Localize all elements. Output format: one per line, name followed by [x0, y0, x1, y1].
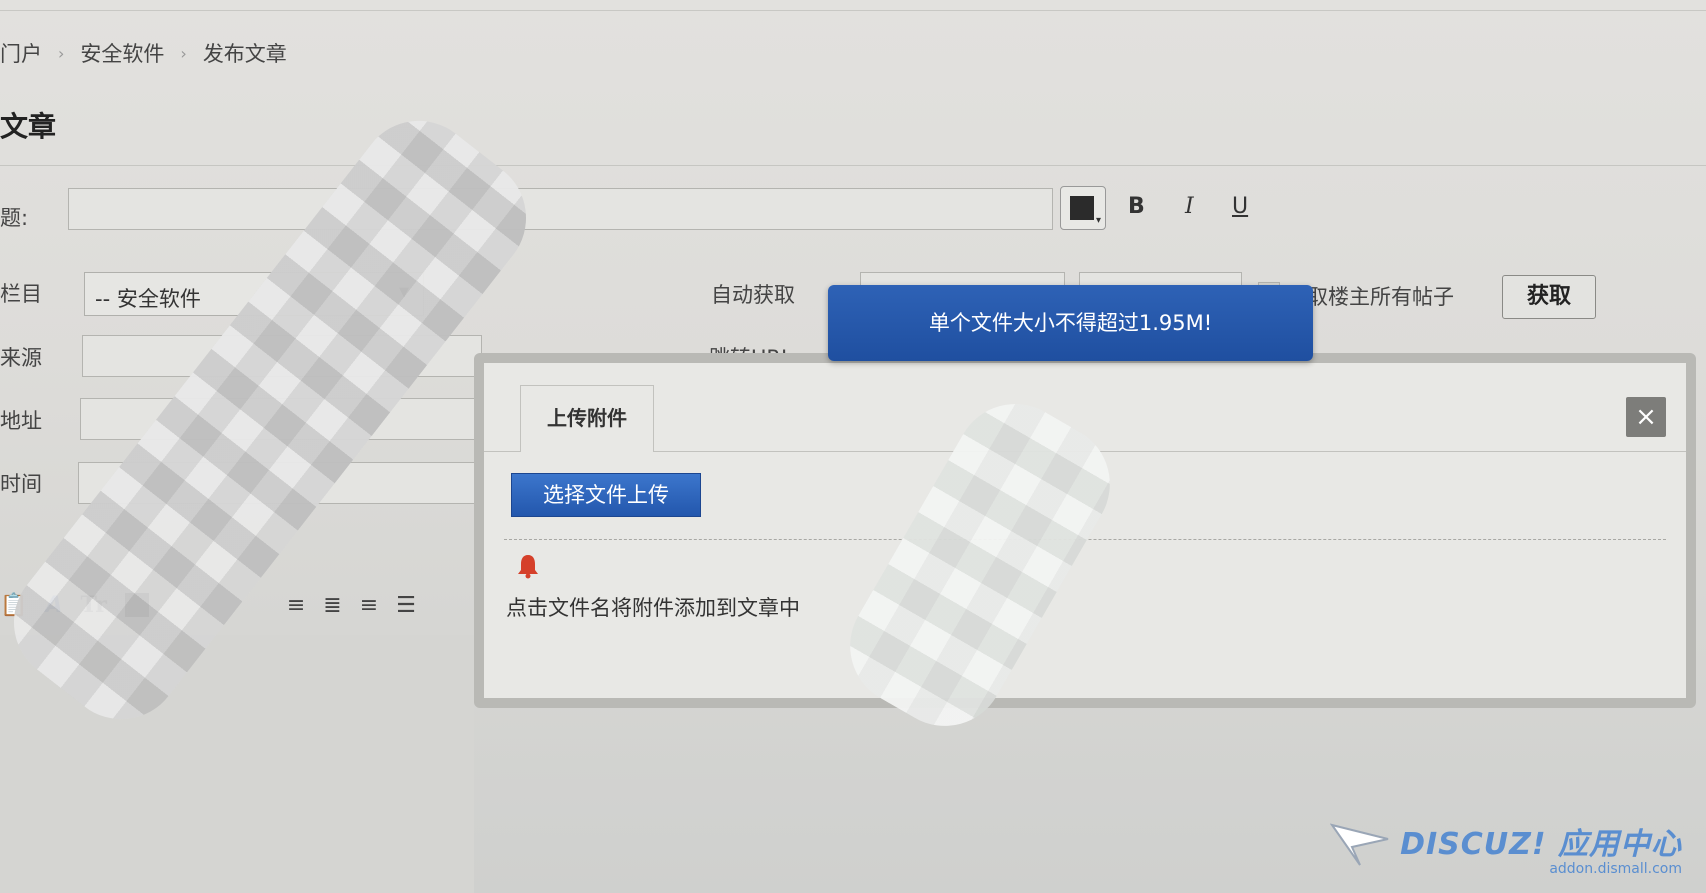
breadcrumb: 门户 › 安全软件 › 发布文章 [0, 38, 287, 68]
time-label: 时间 [0, 472, 42, 496]
column-label: 栏目 [0, 282, 42, 306]
bold-button[interactable]: B [1128, 194, 1145, 219]
address-label: 地址 [0, 409, 42, 433]
chevron-down-icon: ▾ [1095, 215, 1101, 226]
breadcrumb-separator: › [58, 43, 65, 63]
breadcrumb-item-category[interactable]: 安全软件 [80, 38, 164, 68]
tab-upload-attachment[interactable]: 上传附件 [520, 385, 654, 452]
select-file-upload-button[interactable]: 选择文件上传 [511, 473, 701, 517]
align-center-icon[interactable]: ≣ [323, 593, 341, 618]
ordered-list-icon[interactable]: ☰ [396, 593, 416, 618]
title-label: 题: [0, 206, 29, 230]
bell-icon [517, 553, 539, 583]
column-select-value: -- 安全软件 [95, 287, 201, 311]
fetch-button[interactable]: 获取 [1502, 275, 1596, 319]
color-swatch [1070, 196, 1094, 220]
auto-fetch-label: 自动获取 [711, 283, 795, 307]
source-label: 来源 [0, 346, 42, 370]
watermark-logo: DISCUZ! 应用中心 [1400, 827, 1682, 862]
breadcrumb-item-current: 发布文章 [202, 42, 287, 66]
paper-plane-icon [1329, 821, 1390, 871]
discuz-watermark: DISCUZ! 应用中心 addon.dismall.com [1329, 819, 1682, 877]
close-icon[interactable]: × [1626, 397, 1666, 437]
attachment-hint: 点击文件名将附件添加到文章中 [506, 596, 800, 620]
underline-button[interactable]: U [1232, 194, 1248, 219]
title-input[interactable] [68, 188, 1053, 230]
top-divider [0, 10, 1706, 11]
title-divider [0, 165, 1706, 166]
breadcrumb-item-portal[interactable]: 门户 [0, 38, 42, 68]
page-title: 文章 [0, 110, 57, 143]
breadcrumb-separator: › [180, 43, 187, 63]
italic-button[interactable]: I [1185, 194, 1194, 219]
align-right-icon[interactable]: ≡ [360, 593, 378, 618]
watermark-url: addon.dismall.com [1549, 861, 1682, 877]
title-color-picker[interactable]: ▾ [1060, 186, 1106, 230]
align-left-icon[interactable]: ≡ [287, 593, 305, 618]
file-size-toast: 单个文件大小不得超过1.95M! [828, 285, 1313, 361]
